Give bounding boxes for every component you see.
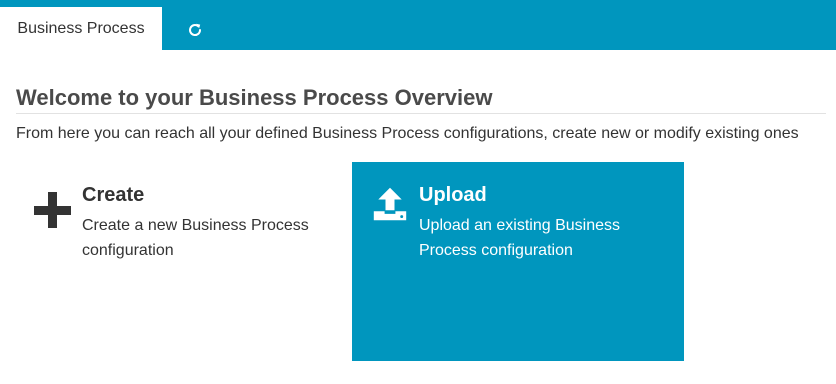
tab-bar: Business Process <box>0 0 836 50</box>
page-title: Welcome to your Business Process Overvie… <box>16 85 493 110</box>
title-divider <box>16 113 826 114</box>
upload-card-description: Upload an existing Business Process conf… <box>419 217 621 259</box>
intro-text: From here you can reach all your defined… <box>16 125 799 142</box>
upload-card-title: Upload <box>419 184 487 206</box>
refresh-icon <box>189 23 202 36</box>
plus-icon <box>34 192 71 228</box>
create-card-title: Create <box>82 184 145 206</box>
upload-icon <box>373 187 407 221</box>
create-card-description: Create a new Business Process configurat… <box>82 217 309 259</box>
refresh-button[interactable] <box>180 15 210 45</box>
tab-business-process[interactable]: Business Process <box>0 7 162 50</box>
create-card[interactable]: Create Create a new Business Process con… <box>18 162 350 361</box>
upload-card[interactable]: Upload Upload an existing Business Proce… <box>352 162 684 361</box>
